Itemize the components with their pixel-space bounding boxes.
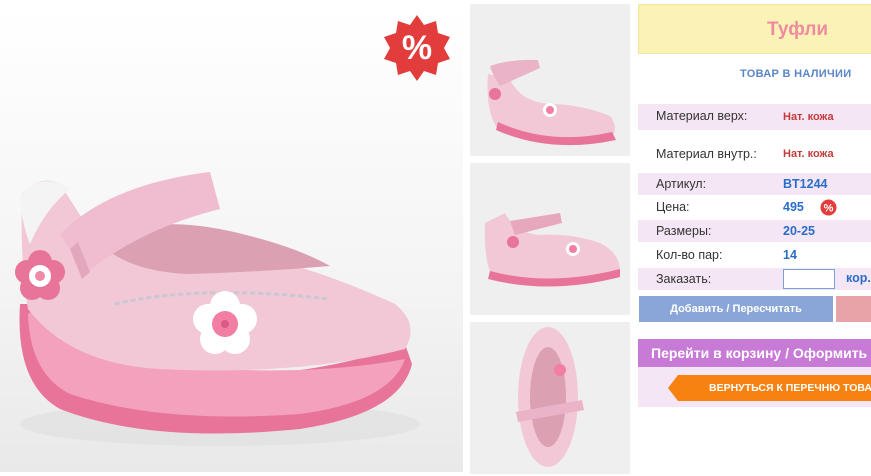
- thumbnail-3[interactable]: [470, 322, 630, 474]
- detail-row-price: Цена: 495 %: [638, 196, 871, 218]
- sale-badge-text: %: [402, 29, 432, 67]
- detail-value: Нат. кожа: [783, 148, 834, 160]
- order-unit: кор.: [846, 271, 871, 285]
- detail-value: 14: [783, 248, 797, 262]
- detail-value: BT1244: [783, 177, 828, 191]
- detail-label: Цена:: [656, 200, 690, 214]
- go-to-cart-button[interactable]: Перейти в корзину / Оформить заказ: [638, 339, 871, 367]
- add-recalculate-button[interactable]: Добавить / Пересчитать: [639, 296, 833, 322]
- thumbnail-1[interactable]: [470, 4, 630, 156]
- detail-label: Материал верх:: [656, 109, 748, 123]
- thumbnail-shoe-3: [516, 327, 584, 467]
- product-title-box: Туфли: [638, 4, 871, 54]
- secondary-action-button[interactable]: [836, 296, 871, 322]
- order-label: Заказать:: [656, 272, 712, 286]
- quantity-input[interactable]: [783, 269, 835, 289]
- sale-star-icon: %: [384, 15, 450, 81]
- price-sale-icon: %: [820, 199, 837, 216]
- sale-badge: %: [381, 13, 453, 85]
- detail-label: Материал внутр.:: [656, 147, 757, 161]
- back-to-list-button[interactable]: ВЕРНУТЬСЯ К ПЕРЕЧНЮ ТОВАРОВ: [668, 375, 871, 401]
- order-row: Заказать: кор.: [638, 268, 871, 290]
- price-value: 495: [783, 200, 804, 214]
- thumbnail-shoe-1: [487, 59, 616, 146]
- back-button-label: ВЕРНУТЬСЯ К ПЕРЕЧНЮ ТОВАРОВ: [709, 382, 871, 394]
- detail-row-material-top: Материал верх: Нат. кожа: [638, 104, 871, 130]
- back-button-area: ВЕРНУТЬСЯ К ПЕРЕЧНЮ ТОВАРОВ: [638, 367, 871, 407]
- stock-status: ТОВАР В НАЛИЧИИ: [740, 68, 852, 80]
- detail-value: Нат. кожа: [783, 111, 834, 123]
- detail-row-material-inner: Материал внутр.: Нат. кожа: [638, 142, 871, 168]
- detail-label: Кол-во пар:: [656, 248, 723, 262]
- detail-label: Артикул:: [656, 177, 707, 191]
- product-title: Туфли: [767, 19, 829, 40]
- svg-text:%: %: [824, 203, 834, 215]
- thumbnail-shoe-2: [484, 213, 620, 287]
- thumbnail-2[interactable]: [470, 163, 630, 315]
- product-info-panel: Туфли ТОВАР В НАЛИЧИИ Материал верх: Нат…: [637, 0, 871, 476]
- cart-button-label: Перейти в корзину / Оформить заказ: [651, 345, 871, 361]
- detail-value: 20-25: [783, 224, 815, 238]
- detail-row-sku: Артикул: BT1244: [638, 173, 871, 195]
- detail-label: Размеры:: [656, 224, 712, 238]
- detail-row-sizes: Размеры: 20-25: [638, 220, 871, 242]
- detail-row-pairs: Кол-во пар: 14: [638, 244, 871, 266]
